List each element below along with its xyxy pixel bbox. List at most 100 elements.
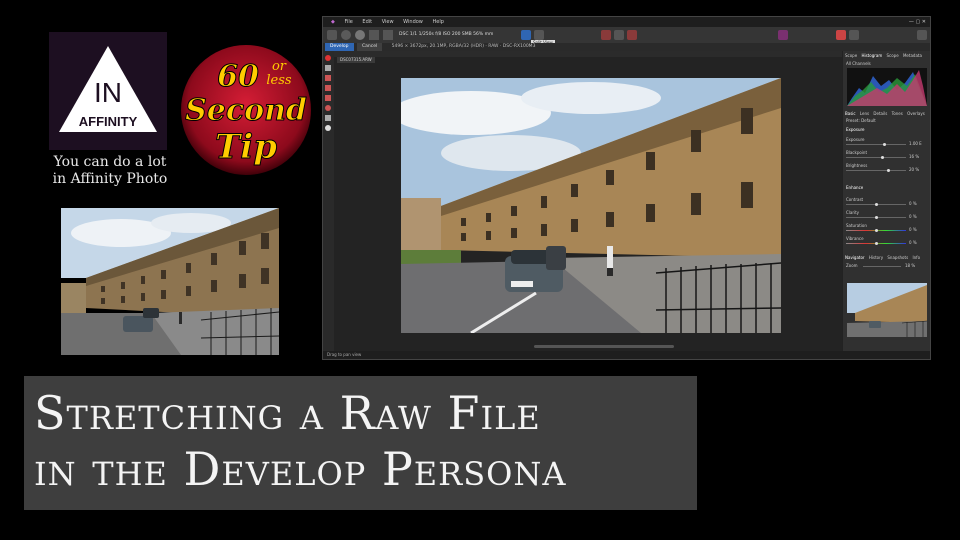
tagline-line-2: in Affinity Photo	[52, 171, 168, 187]
tab-overlays[interactable]: Overlays	[907, 111, 925, 116]
tip-badge: 60 or less Second Tip	[176, 40, 316, 180]
title-banner: Stretching a Raw File in the Develop Per…	[24, 376, 697, 510]
histogram-channel-select[interactable]: All Channels	[846, 61, 871, 66]
tab-basic[interactable]: Basic	[845, 111, 856, 116]
tab-scope-2[interactable]: Scope	[887, 53, 899, 58]
tagline: You can do a lot in Affinity Photo	[30, 154, 190, 188]
tab-details[interactable]: Details	[873, 111, 887, 116]
brightness-slider-knob[interactable]	[887, 169, 890, 172]
tab-scope[interactable]: Scope	[845, 53, 857, 58]
exposure-slider[interactable]	[846, 144, 906, 145]
blemish-tool-icon[interactable]	[325, 115, 331, 121]
tab-info[interactable]: Info	[912, 255, 920, 260]
tab-navigator[interactable]: Navigator	[845, 255, 865, 260]
share-icon[interactable]	[383, 30, 393, 40]
blackpoint-value[interactable]: 16 %	[909, 154, 919, 159]
saturation-value[interactable]: 0 %	[909, 227, 917, 232]
persona-photo-icon[interactable]	[327, 30, 337, 40]
exposure-slider-knob[interactable]	[883, 143, 886, 146]
menu-file[interactable]: File	[344, 19, 352, 25]
navigator-preview[interactable]	[847, 283, 927, 337]
badge-number: 60	[217, 59, 259, 94]
tagline-line-1: You can do a lot	[53, 154, 167, 170]
tab-tones[interactable]: Tones	[892, 111, 903, 116]
badge-word-second: Second	[185, 93, 307, 128]
saturation-label: Saturation	[846, 223, 867, 228]
navigator-tabs: Navigator History Snapshots Info	[845, 255, 920, 260]
affinity-app-window: ◆ File Edit View Window Help — ▢ ✕ DSC 1…	[322, 16, 931, 360]
logo-text-in: IN	[94, 77, 122, 108]
persona-liquify-icon[interactable]	[341, 30, 351, 40]
menu-view[interactable]: View	[382, 19, 394, 25]
saturation-slider-knob[interactable]	[875, 229, 878, 232]
exposure-section-header[interactable]: Exposure	[846, 127, 865, 132]
erase-tool-icon[interactable]	[325, 85, 331, 91]
brightness-value[interactable]: 20 %	[909, 167, 919, 172]
persona-tonemap-icon[interactable]	[369, 30, 379, 40]
wb-icon[interactable]	[849, 30, 859, 40]
split-view-icon[interactable]	[534, 30, 544, 40]
file-info: 5496 × 3672px, 20.1MP, RGBA/32 (HDR) · R…	[391, 44, 536, 49]
tab-snapshots[interactable]: Snapshots	[887, 255, 908, 260]
tab-lens[interactable]: Lens	[860, 111, 869, 116]
badge-word-tip: Tip	[215, 127, 277, 167]
single-view-icon[interactable]	[521, 30, 531, 40]
horizontal-ruler	[334, 51, 842, 57]
shadow-clip-icon[interactable]	[627, 30, 637, 40]
vibrance-value[interactable]: 0 %	[909, 240, 917, 245]
zoom-value[interactable]: 18 %	[905, 263, 915, 268]
menu-help[interactable]: Help	[432, 19, 443, 25]
document-tab[interactable]: DSC07315.ARW	[337, 57, 375, 63]
zoom-slider[interactable]	[863, 266, 901, 267]
window-controls[interactable]: — ▢ ✕	[909, 17, 926, 27]
persona-develop-icon[interactable]	[355, 30, 365, 40]
toolbar: DSC 1/1 1/250s f/8 ISO 200 SMB 56% mm Sp…	[323, 27, 930, 46]
develop-button[interactable]: Develop	[325, 43, 354, 51]
canvas-area[interactable]: DSC07315.ARW	[334, 51, 842, 351]
status-text: Drag to pan view	[327, 352, 362, 357]
document-image[interactable]	[401, 78, 781, 333]
assistant-icon[interactable]	[778, 30, 788, 40]
color-format-icon[interactable]	[836, 30, 846, 40]
zoom-tool-icon[interactable]	[325, 65, 331, 71]
tab-metadata[interactable]: Metadata	[903, 53, 922, 58]
contrast-value[interactable]: 0 %	[909, 201, 917, 206]
histogram	[847, 68, 927, 106]
tab-histogram[interactable]: Histogram	[861, 53, 882, 58]
preset-select[interactable]: Preset: Default	[846, 118, 876, 123]
clarity-slider-knob[interactable]	[875, 216, 878, 219]
menu-window[interactable]: Window	[403, 19, 423, 25]
studio-icon[interactable]	[917, 30, 927, 40]
video-thumbnail: { "logo": {"line1": "IN", "line2": "AFFI…	[0, 0, 960, 540]
clipping-icon[interactable]	[601, 30, 611, 40]
blackpoint-slider[interactable]	[846, 157, 906, 158]
camera-info: DSC 1/1 1/250s f/8 ISO 200 SMB 56% mm	[399, 32, 494, 37]
tone-clip-icon[interactable]	[614, 30, 624, 40]
menu-edit[interactable]: Edit	[362, 19, 372, 25]
scope-tabs: Scope Histogram Scope Metadata	[845, 53, 922, 58]
brightness-slider[interactable]	[846, 170, 906, 171]
affinity-app-icon[interactable]: ◆	[331, 19, 335, 25]
vibrance-slider-knob[interactable]	[875, 242, 878, 245]
enhance-section-header[interactable]: Enhance	[846, 185, 863, 190]
view-tool-icon[interactable]	[325, 55, 331, 61]
brush-tool-icon[interactable]	[325, 75, 331, 81]
badge-or: or	[272, 59, 287, 74]
blackpoint-slider-knob[interactable]	[881, 156, 884, 159]
clarity-value[interactable]: 0 %	[909, 214, 917, 219]
cancel-button[interactable]: Cancel	[356, 43, 383, 51]
vibrance-label: Vibrance	[846, 236, 864, 241]
redeye-tool-icon[interactable]	[325, 105, 331, 111]
exposure-label: Exposure	[846, 137, 865, 142]
gradient-tool-icon[interactable]	[325, 95, 331, 101]
exposure-value[interactable]: 1.00 E	[909, 141, 922, 146]
blackpoint-label: Blackpoint	[846, 150, 868, 155]
wb-picker-icon[interactable]	[325, 125, 331, 131]
affinity-logo: IN AFFINITY	[49, 32, 167, 150]
adjust-tabs: Basic Lens Details Tones Overlays	[845, 111, 925, 116]
contrast-slider-knob[interactable]	[875, 203, 878, 206]
brightness-label: Brightness	[846, 163, 868, 168]
title-line-2: in the Develop Persona	[34, 442, 567, 496]
horizontal-scrollbar[interactable]	[534, 345, 674, 348]
tab-history[interactable]: History	[869, 255, 883, 260]
